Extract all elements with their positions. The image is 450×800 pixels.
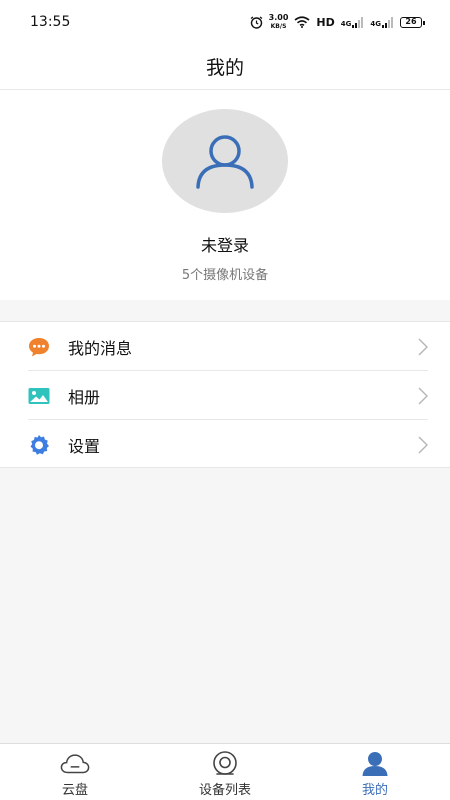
user-name-login[interactable]: 未登录 xyxy=(0,232,450,256)
signal-bars-icon xyxy=(382,16,393,28)
profile-section: 未登录 5个摄像机设备 xyxy=(0,90,450,300)
network-speed-unit: KB/S xyxy=(270,22,287,30)
menu-item-label: 我的消息 xyxy=(68,338,133,358)
chevron-right-icon xyxy=(418,436,428,454)
signal-bars-icon xyxy=(352,16,364,28)
page-title: 我的 xyxy=(205,57,244,79)
status-bar: 13:55 3.00 KB/S HD 4G 4G 26 xyxy=(0,0,450,44)
tab-device-list[interactable]: 设备列表 xyxy=(150,744,300,800)
avatar[interactable] xyxy=(162,109,288,213)
message-icon xyxy=(29,338,49,357)
signal-2-label: 4G xyxy=(370,19,381,28)
tab-cloud[interactable]: 云盘 xyxy=(0,744,150,800)
tab-label: 云盘 xyxy=(61,783,88,798)
menu-item-label: 设置 xyxy=(68,436,101,456)
page-header: 我的 xyxy=(0,44,450,90)
chevron-right-icon xyxy=(418,387,428,405)
menu-item-messages[interactable]: 我的消息 xyxy=(0,322,450,371)
settings-gear-icon xyxy=(30,435,49,455)
network-speed-value: 3.00 xyxy=(268,12,289,22)
photo-album-icon xyxy=(28,388,50,404)
menu-list: 我的消息 相册 设置 xyxy=(0,321,450,468)
tab-label: 我的 xyxy=(361,783,388,798)
menu-item-label: 相册 xyxy=(68,387,101,407)
signal-1-label: 4G xyxy=(340,19,352,28)
chevron-right-icon xyxy=(418,338,428,356)
status-icons: 3.00 KB/S HD 4G 4G 26 xyxy=(250,12,425,31)
battery-icon: 26 xyxy=(400,16,425,28)
signal-indicator-1: 4G xyxy=(340,16,365,28)
menu-item-settings[interactable]: 设置 xyxy=(0,420,450,469)
user-avatar-icon xyxy=(196,135,254,189)
tab-mine[interactable]: 我的 xyxy=(300,744,450,800)
camera-icon xyxy=(213,751,237,775)
hd-indicator: HD xyxy=(316,15,335,29)
network-speed: 3.00 KB/S xyxy=(268,12,289,31)
device-count: 5个摄像机设备 xyxy=(181,268,269,283)
status-time: 13:55 xyxy=(30,14,71,30)
menu-item-album[interactable]: 相册 xyxy=(0,371,450,420)
alarm-icon xyxy=(250,15,263,29)
user-icon xyxy=(362,752,388,776)
cloud-icon xyxy=(60,754,90,774)
wifi-icon xyxy=(294,16,310,28)
tab-label: 设备列表 xyxy=(198,783,251,798)
bottom-tab-bar: 云盘 设备列表 我的 xyxy=(0,743,450,800)
signal-indicator-2: 4G xyxy=(370,16,394,28)
